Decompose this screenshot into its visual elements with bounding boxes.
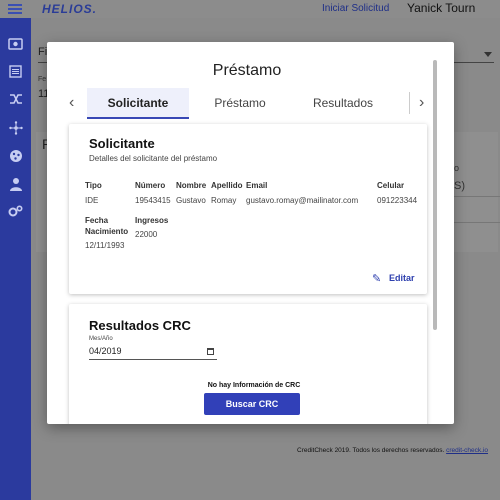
date-field-label: Fe <box>38 76 47 83</box>
header-email: Email <box>246 181 268 190</box>
no-crc-info-message: No hay Información de CRC <box>207 382 301 389</box>
value-ingresos: 22000 <box>135 230 158 239</box>
date-input-underline <box>89 359 217 360</box>
globe-icon[interactable] <box>8 149 23 163</box>
header-tipo: Tipo <box>85 181 102 190</box>
header-nombre: Nombre <box>176 181 207 190</box>
person-icon[interactable] <box>8 177 23 191</box>
header-apellido: Apellido <box>211 181 243 190</box>
value-nombre: Gustavo <box>176 196 206 205</box>
tab-divider <box>409 92 410 114</box>
value-email: gustavo.romay@mailinator.com <box>246 196 359 205</box>
tab-prestamo[interactable]: Préstamo <box>189 88 291 118</box>
dialog-title: Préstamo <box>212 62 282 79</box>
loan-dialog: Préstamo ‹ Solicitante Préstamo Resultad… <box>47 42 454 424</box>
crc-results-card: Resultados CRC Mes/Año 04/2019 No hay In… <box>69 304 427 424</box>
chevron-left-icon[interactable]: ‹ <box>69 94 74 112</box>
value-tipo: IDE <box>85 196 99 205</box>
footer: CreditCheck 2019. Todos los derechos res… <box>297 447 488 454</box>
edit-button[interactable]: Editar <box>389 273 415 283</box>
divider <box>454 222 500 223</box>
footer-copyright: CreditCheck 2019. Todos los derechos res… <box>297 447 445 454</box>
tab-bar: ‹ Solicitante Préstamo Resultados › <box>47 88 447 120</box>
settings-icon[interactable] <box>8 205 23 219</box>
header-fecha-line2: Nacimiento <box>85 227 129 236</box>
header-fecha-line1: Fecha <box>85 216 109 225</box>
filter-select-underline <box>454 62 494 63</box>
value-celular: 091223344 <box>377 196 418 205</box>
network-icon[interactable] <box>8 121 23 135</box>
menu-icon[interactable] <box>8 4 22 14</box>
eye-icon[interactable] <box>8 38 23 52</box>
crc-card-title: Resultados CRC <box>89 318 191 333</box>
list-icon[interactable] <box>8 65 23 79</box>
tab-resultados[interactable]: Resultados <box>291 88 395 118</box>
chevron-right-icon[interactable]: › <box>419 94 424 112</box>
background-column-header: o <box>454 163 460 173</box>
value-fecha-nacimiento: 12/11/1993 <box>85 241 125 250</box>
divider <box>454 196 500 197</box>
start-request-link[interactable]: Iniciar Solicitud <box>322 3 389 14</box>
header-celular: Celular <box>377 181 405 190</box>
applicant-card-subtitle: Detalles del solicitante del préstamo <box>89 154 218 163</box>
date-input-value[interactable]: 04/2019 <box>89 346 122 356</box>
date-input-label: Mes/Año <box>89 336 113 342</box>
dropdown-arrow-icon[interactable] <box>484 52 492 57</box>
footer-link[interactable]: credit-check.io <box>446 447 488 454</box>
sidebar <box>0 18 31 500</box>
top-app-bar: HELIOS. Iniciar Solicitud Yanick Tourn <box>0 0 500 18</box>
value-numero: 19543415 <box>135 196 171 205</box>
value-apellido: Romay <box>211 196 237 205</box>
applicant-card-title: Solicitante <box>89 136 155 151</box>
scrollbar[interactable] <box>433 60 437 330</box>
filter-field-label: Fi <box>38 46 48 58</box>
brand-logo[interactable]: HELIOS. <box>42 2 97 16</box>
header-numero: Número <box>135 181 166 190</box>
pencil-icon[interactable]: ✎ <box>372 272 381 285</box>
search-crc-button[interactable]: Buscar CRC <box>204 393 300 415</box>
user-name[interactable]: Yanick Tourn <box>407 1 475 15</box>
header-ingresos: Ingresos <box>135 216 169 225</box>
shuffle-icon[interactable] <box>8 93 23 107</box>
tab-solicitante[interactable]: Solicitante <box>87 88 189 119</box>
background-column-value: S) <box>454 180 465 192</box>
calendar-icon[interactable] <box>207 348 214 355</box>
applicant-card: Solicitante Detalles del solicitante del… <box>69 124 427 294</box>
